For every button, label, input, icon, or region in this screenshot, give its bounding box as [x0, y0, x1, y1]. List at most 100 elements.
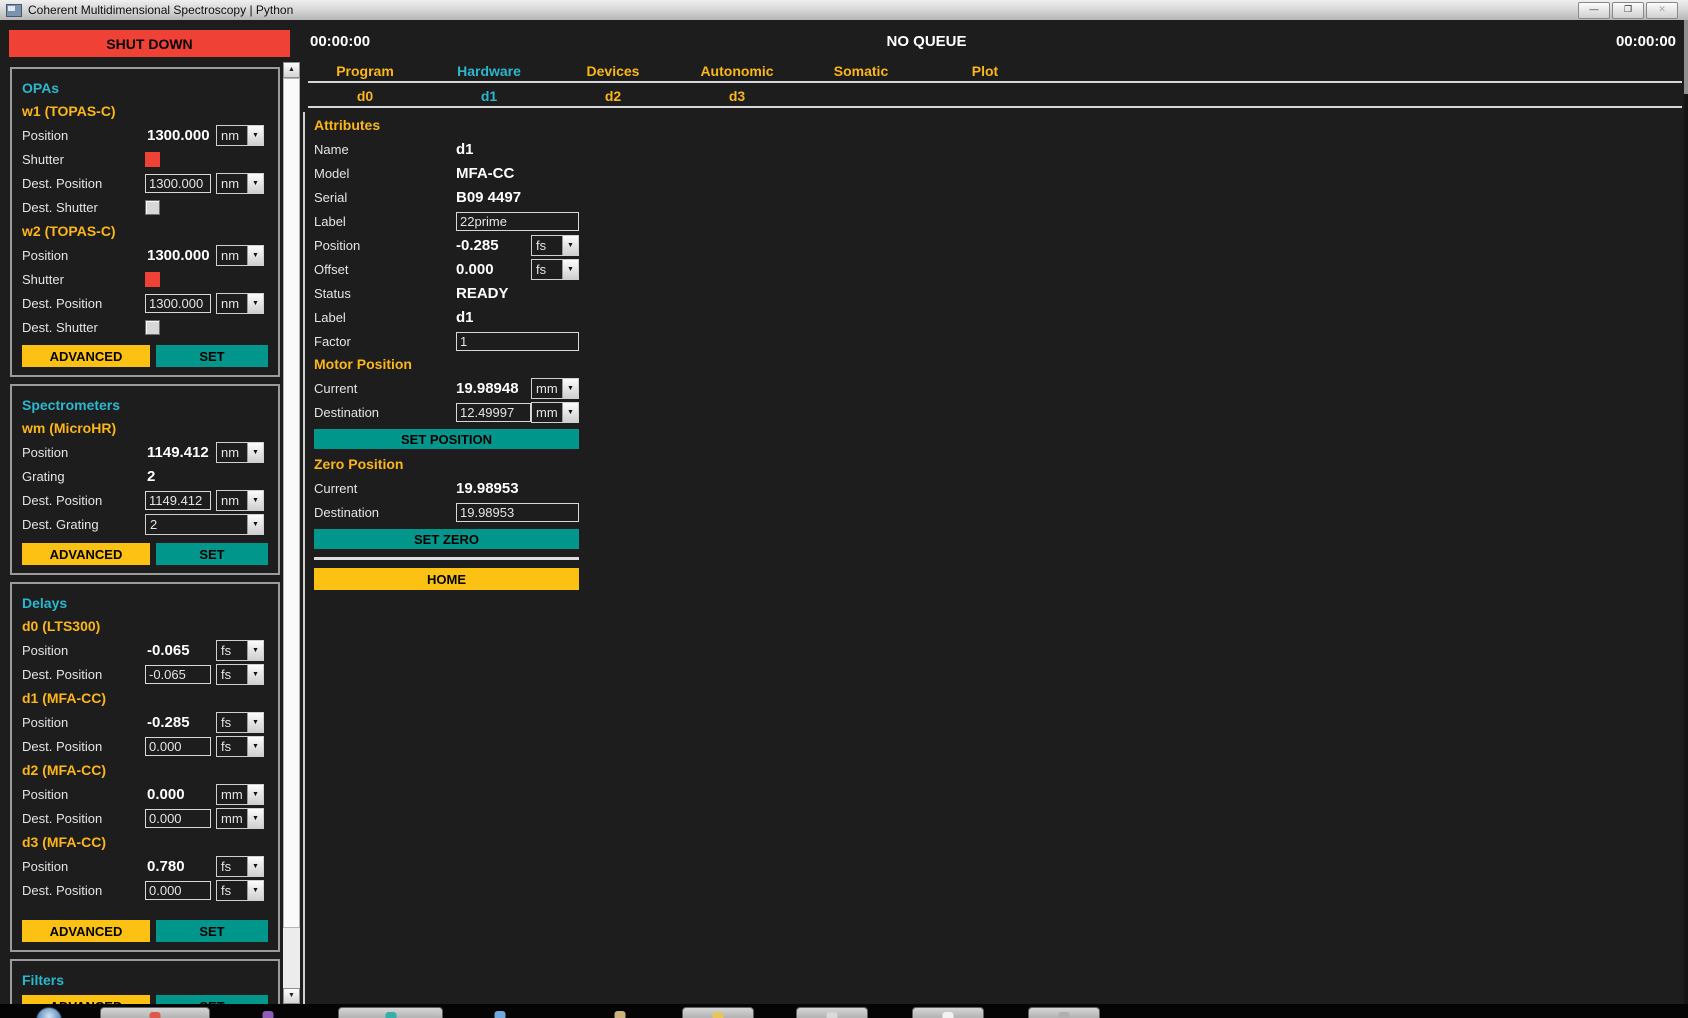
taskbar-app-tan[interactable]: [598, 1007, 642, 1018]
set-position-button[interactable]: SET POSITION: [314, 429, 579, 449]
chevron-down-icon[interactable]: ▼: [247, 857, 263, 876]
chevron-down-icon[interactable]: ▼: [562, 260, 578, 279]
taskbar-app-yellow[interactable]: [682, 1007, 754, 1018]
device-tab-d3[interactable]: d3: [675, 86, 799, 106]
tab-devices[interactable]: Devices: [551, 61, 675, 81]
taskbar-app-purple[interactable]: [248, 1007, 288, 1018]
position-unit-select[interactable]: nm▼: [216, 125, 264, 146]
triangle-up-icon: ▲: [288, 66, 295, 73]
chevron-down-icon[interactable]: ▼: [247, 737, 263, 756]
dest-shutter-checkbox[interactable]: [145, 200, 160, 215]
dest-grating-select-value: 2: [146, 517, 247, 532]
position-label: Position: [22, 787, 145, 802]
dest-position-input[interactable]: [145, 294, 211, 313]
dest-position-unit-select[interactable]: fs▼: [216, 664, 264, 685]
start-button[interactable]: [36, 1007, 62, 1018]
device-tab-d2[interactable]: d2: [551, 86, 675, 106]
chevron-down-icon[interactable]: ▼: [247, 294, 263, 313]
scroll-thumb[interactable]: [283, 78, 300, 928]
grating-label: Grating: [22, 469, 145, 484]
close-button[interactable]: ✕: [1646, 2, 1678, 19]
tab-hardware[interactable]: Hardware: [427, 61, 551, 81]
dest-position-input[interactable]: [145, 665, 211, 684]
current-unit-select[interactable]: mm▼: [531, 378, 579, 399]
chevron-down-icon[interactable]: ▼: [247, 443, 263, 462]
taskbar-app-silver[interactable]: [796, 1007, 868, 1018]
dest-position-input[interactable]: [145, 491, 211, 510]
device-tabs: d0d1d2d3: [303, 86, 799, 106]
advanced-button[interactable]: ADVANCED: [22, 920, 150, 942]
chevron-down-icon[interactable]: ▼: [247, 126, 263, 145]
minimize-button[interactable]: —: [1578, 2, 1610, 19]
position-value: -0.065: [145, 642, 190, 659]
shutdown-button[interactable]: SHUT DOWN: [9, 30, 290, 57]
advanced-button[interactable]: ADVANCED: [22, 543, 150, 565]
taskbar-app-gray[interactable]: [1028, 1007, 1100, 1018]
taskbar-app-teal[interactable]: [338, 1007, 443, 1018]
shutter-label: Shutter: [22, 272, 145, 287]
position-unit-select[interactable]: fs▼: [216, 856, 264, 877]
tab-plot[interactable]: Plot: [923, 61, 1047, 81]
offset-unit-select[interactable]: fs▼: [531, 259, 579, 280]
dest-position-input[interactable]: [145, 809, 211, 828]
device-tab-d0[interactable]: d0: [303, 86, 427, 106]
label-input[interactable]: [456, 212, 579, 231]
tab-program[interactable]: Program: [303, 61, 427, 81]
position-unit-select[interactable]: nm▼: [216, 245, 264, 266]
chevron-down-icon[interactable]: ▼: [562, 403, 578, 422]
destination-input[interactable]: [456, 403, 531, 422]
position-unit-select[interactable]: fs▼: [531, 235, 579, 256]
set-zero-button[interactable]: SET ZERO: [314, 529, 579, 549]
set-button[interactable]: SET: [156, 920, 268, 942]
dest-position-unit-select[interactable]: nm▼: [216, 293, 264, 314]
taskbar-app-blue[interactable]: [478, 1007, 522, 1018]
dest-shutter-checkbox[interactable]: [145, 320, 160, 335]
tab-somatic[interactable]: Somatic: [799, 61, 923, 81]
dest-position-unit-select[interactable]: nm▼: [216, 490, 264, 511]
advanced-button[interactable]: ADVANCED: [22, 995, 150, 1004]
maximize-button[interactable]: ❐: [1612, 2, 1644, 19]
set-button[interactable]: SET: [156, 345, 268, 367]
chevron-down-icon[interactable]: ▼: [247, 174, 263, 193]
chevron-down-icon[interactable]: ▼: [562, 236, 578, 255]
chevron-down-icon[interactable]: ▼: [247, 809, 263, 828]
destination-input[interactable]: [456, 503, 579, 522]
home-button[interactable]: HOME: [314, 568, 579, 590]
scroll-down-button[interactable]: ▼: [283, 988, 300, 1004]
set-button[interactable]: SET: [156, 543, 268, 565]
destination-unit-select[interactable]: mm▼: [531, 402, 579, 423]
dest-position-unit-select[interactable]: fs▼: [216, 880, 264, 901]
scroll-up-button[interactable]: ▲: [283, 62, 300, 78]
dest-grating-select[interactable]: 2▼: [145, 514, 264, 535]
dest-position-unit-select[interactable]: mm▼: [216, 808, 264, 829]
chevron-down-icon[interactable]: ▼: [247, 665, 263, 684]
chevron-down-icon[interactable]: ▼: [247, 515, 263, 534]
position-unit-select[interactable]: fs▼: [216, 712, 264, 733]
set-button[interactable]: SET: [156, 995, 268, 1004]
chevron-down-icon[interactable]: ▼: [247, 881, 263, 900]
device-tab-d1[interactable]: d1: [427, 86, 551, 106]
chevron-down-icon[interactable]: ▼: [247, 246, 263, 265]
chevron-down-icon[interactable]: ▼: [247, 491, 263, 510]
dest-position-input[interactable]: [145, 174, 211, 193]
dest-position-unit-select[interactable]: fs▼: [216, 736, 264, 757]
chevron-down-icon[interactable]: ▼: [247, 785, 263, 804]
advanced-button[interactable]: ADVANCED: [22, 345, 150, 367]
dest-position-input[interactable]: [145, 737, 211, 756]
taskbar-app-red[interactable]: [100, 1007, 210, 1018]
chevron-down-icon[interactable]: ▼: [562, 379, 578, 398]
dest-position-unit-select-value: nm: [217, 493, 247, 508]
sidebar-scrollbar[interactable]: ▲ ▼: [283, 62, 300, 1004]
dest-position-input[interactable]: [145, 881, 211, 900]
chevron-down-icon[interactable]: ▼: [247, 713, 263, 732]
taskbar-app-white[interactable]: [912, 1007, 984, 1018]
position-unit-select[interactable]: mm▼: [216, 784, 264, 805]
tab-autonomic[interactable]: Autonomic: [675, 61, 799, 81]
dest-position-unit-select[interactable]: nm▼: [216, 173, 264, 194]
dest-position-row: Dest. Positionfs▼: [22, 734, 270, 758]
attributes-rows: Named1ModelMFA-CCSerialB09 4497LabelPosi…: [314, 137, 603, 353]
position-unit-select[interactable]: nm▼: [216, 442, 264, 463]
position-unit-select[interactable]: fs▼: [216, 640, 264, 661]
factor-input[interactable]: [456, 332, 579, 351]
chevron-down-icon[interactable]: ▼: [247, 641, 263, 660]
